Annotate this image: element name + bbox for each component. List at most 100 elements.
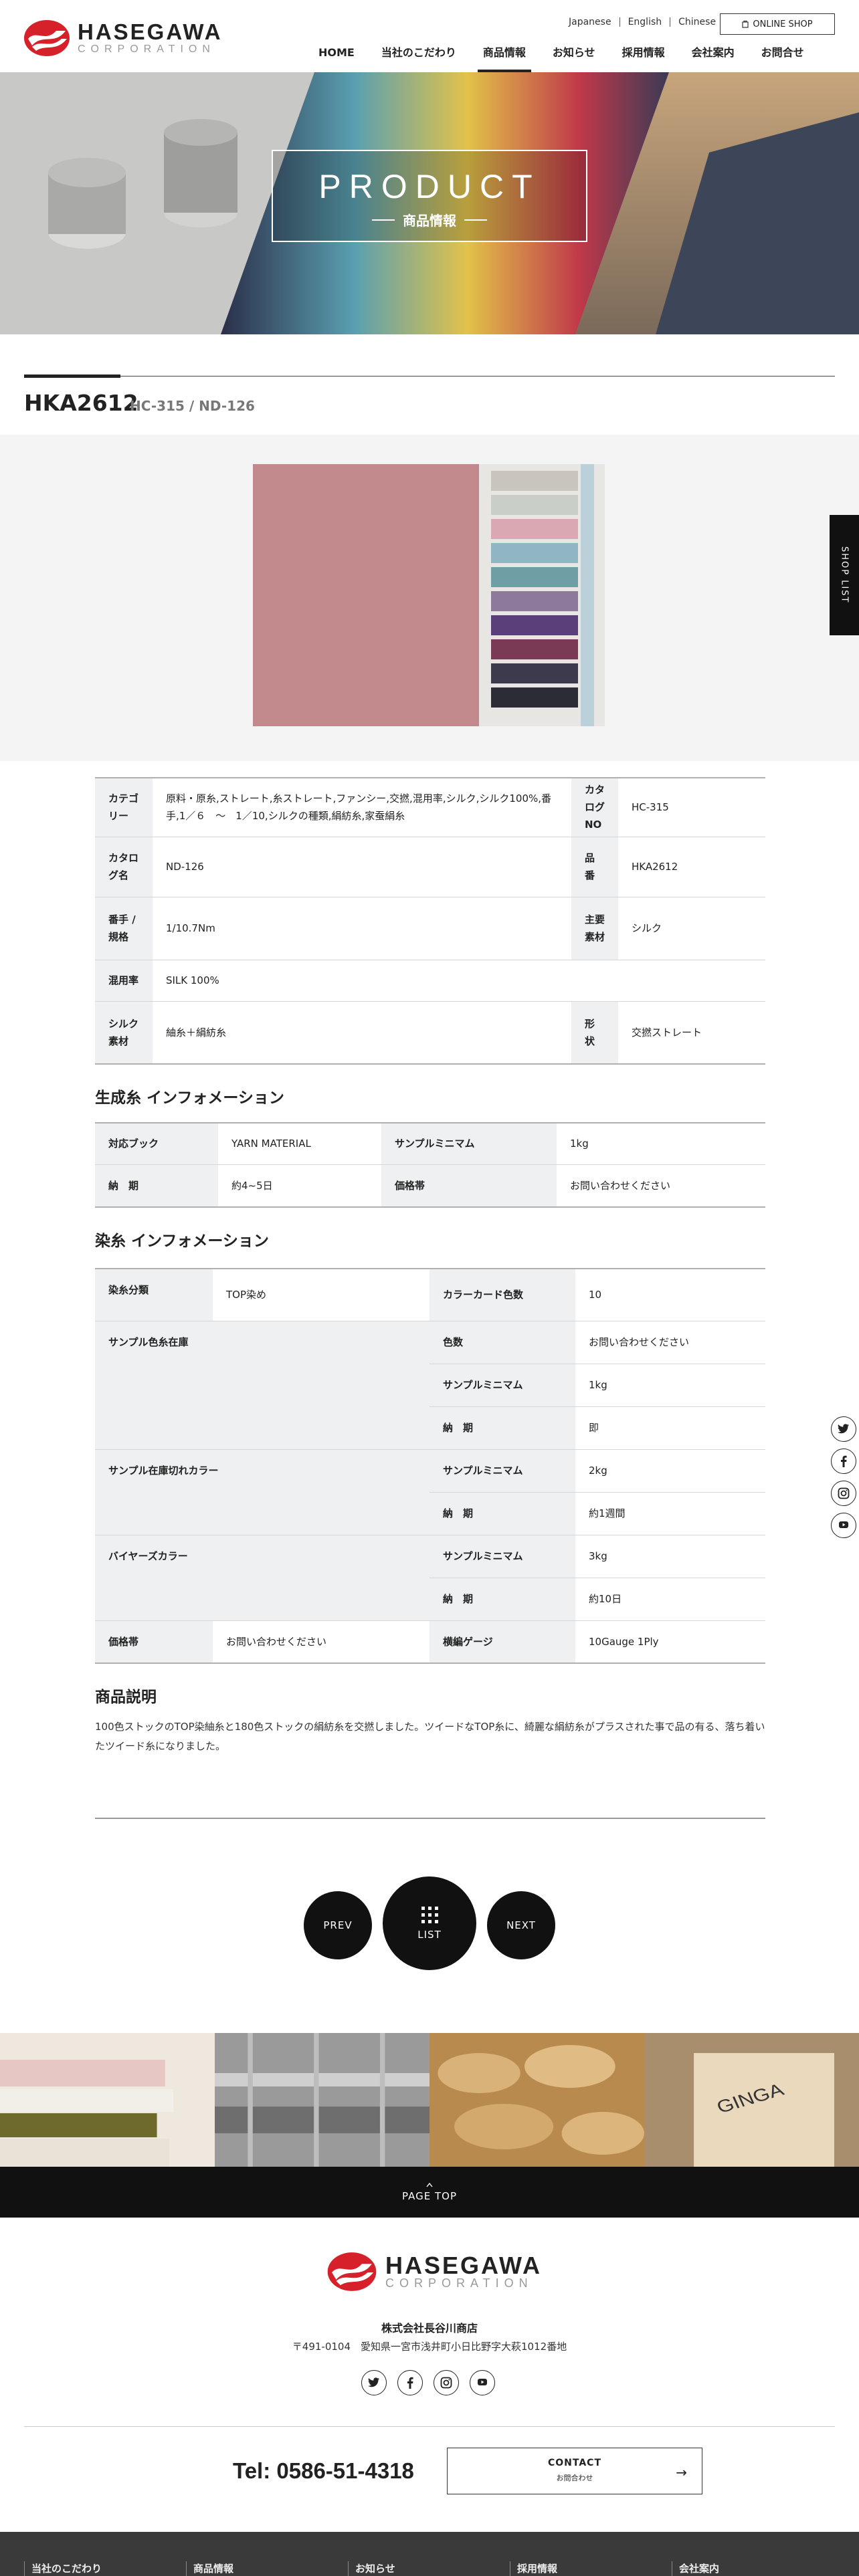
grid-dots-icon bbox=[421, 1906, 438, 1923]
logo-sub: CORPORATION bbox=[78, 43, 215, 55]
shop-list-label: SHOP LIST bbox=[839, 546, 850, 604]
raw-min-label: サンプルミニマム bbox=[381, 1122, 557, 1165]
page-top-label: PAGE TOP bbox=[402, 2190, 457, 2202]
spec-catalog-no-label: カタログNO bbox=[571, 777, 618, 837]
dye-oos-lead-value: 約1週間 bbox=[575, 1491, 765, 1535]
dye-stock-colors-value: お問い合わせください bbox=[575, 1320, 765, 1364]
online-shop-label: ONLINE SHOP bbox=[753, 19, 813, 29]
dye-buyer-label: バイヤーズカラー bbox=[95, 1534, 430, 1621]
shop-list-tab[interactable]: SHOP LIST bbox=[830, 515, 859, 635]
dye-buyer-min-label: サンプルミニマム bbox=[430, 1534, 575, 1578]
footer-logo-sub: CORPORATION bbox=[385, 2276, 533, 2290]
footer-logo[interactable]: HASEGAWA CORPORATION bbox=[325, 2251, 542, 2292]
nav-home[interactable]: HOME bbox=[305, 47, 368, 72]
raw-book-label: 対応ブック bbox=[95, 1122, 218, 1165]
next-button[interactable]: NEXT bbox=[487, 1891, 555, 1959]
online-shop-button[interactable]: ONLINE SHOP bbox=[720, 13, 835, 35]
footer-youtube-icon[interactable] bbox=[470, 2370, 495, 2395]
dye-oos-min-value: 2kg bbox=[575, 1448, 765, 1493]
contact-button[interactable]: CONTACT お問合わせ → bbox=[447, 2448, 702, 2494]
product-image-band bbox=[0, 435, 859, 761]
footer-twitter-icon[interactable] bbox=[361, 2370, 387, 2395]
footer-bottom-nav: 当社のこだわり 商品情報 お知らせ 採用情報 会社案内 bbox=[0, 2532, 859, 2576]
hero-dash-left bbox=[372, 219, 395, 221]
lang-english[interactable]: English bbox=[620, 17, 671, 27]
nav-recruit[interactable]: 採用情報 bbox=[609, 47, 678, 72]
dye-buyer-lead-value: 約10日 bbox=[575, 1577, 765, 1621]
nav-products[interactable]: 商品情報 bbox=[470, 47, 539, 72]
main-nav: HOME 当社のこだわり 商品情報 お知らせ 採用情報 会社案内 お問合せ bbox=[305, 47, 818, 72]
hero-banner: PRODUCT 商品情報 bbox=[0, 72, 859, 334]
dye-info-heading: 染糸 インフォメーション bbox=[95, 1232, 269, 1250]
spec-item-no-value: HKA2612 bbox=[617, 836, 765, 897]
youtube-icon[interactable] bbox=[831, 1513, 856, 1538]
footer-logo-name: HASEGAWA bbox=[385, 2252, 543, 2279]
dye-buyer-min-value: 3kg bbox=[575, 1534, 765, 1578]
product-photo[interactable] bbox=[253, 464, 605, 726]
nav-news[interactable]: お知らせ bbox=[539, 47, 609, 72]
content-divider bbox=[95, 1818, 765, 1819]
logo-name: HASEGAWA bbox=[78, 19, 223, 44]
dye-type-value: TOP染め bbox=[213, 1268, 430, 1321]
logo-mark-icon bbox=[24, 20, 70, 56]
spec-catalog-name-label: カタログ名 bbox=[95, 836, 153, 897]
dye-stock-lead-label: 納 期 bbox=[430, 1406, 575, 1450]
raw-info-table: 対応ブック YARN MATERIAL サンプルミニマム 1kg 納 期 約4~… bbox=[95, 1122, 765, 1208]
spec-count-value: 1/10.7Nm bbox=[152, 896, 571, 960]
footer-tel[interactable]: Tel: 0586-51-4318 bbox=[233, 2458, 414, 2484]
spec-count-label: 番手 / 規格 bbox=[95, 896, 153, 960]
footer-logo-mark-icon bbox=[327, 2252, 377, 2291]
next-label: NEXT bbox=[506, 1919, 536, 1931]
raw-book-value: YARN MATERIAL bbox=[218, 1122, 381, 1165]
raw-price-value: お問い合わせください bbox=[557, 1164, 765, 1208]
product-title-bar: HKA2612 HC-315 / ND-126 bbox=[24, 374, 835, 416]
hero-subtitle: 商品情報 bbox=[403, 213, 456, 229]
dye-type-label: 染糸分類 bbox=[95, 1268, 213, 1321]
footer-nav-recruit[interactable]: 採用情報 bbox=[510, 2561, 672, 2576]
hero-title: PRODUCT bbox=[318, 168, 541, 205]
spec-shape-label: 形 状 bbox=[571, 1000, 618, 1065]
spec-catalog-name-value: ND-126 bbox=[152, 836, 571, 897]
hero-dash-right bbox=[464, 219, 487, 221]
nav-company[interactable]: 会社案内 bbox=[678, 47, 748, 72]
spec-category-label: カテゴリー bbox=[95, 777, 153, 837]
footer-nav-products[interactable]: 商品情報 bbox=[186, 2561, 348, 2576]
spec-category-value: 原料・原糸,ストレート,糸ストレート,ファンシー,交撚,混用率,シルク,シルク1… bbox=[152, 777, 571, 837]
spec-blend-label: 混用率 bbox=[95, 959, 153, 1002]
spec-material-value: シルク bbox=[617, 896, 765, 960]
twitter-icon[interactable] bbox=[831, 1416, 856, 1442]
spec-silk-label: シルク素材 bbox=[95, 1000, 153, 1065]
lang-chinese[interactable]: Chinese bbox=[670, 17, 724, 27]
product-sub-codes: HC-315 / ND-126 bbox=[130, 398, 255, 414]
dye-price-value: お問い合わせください bbox=[213, 1620, 430, 1664]
nav-contact[interactable]: お問合せ bbox=[748, 47, 818, 72]
prev-label: PREV bbox=[323, 1919, 353, 1931]
footer-facebook-icon[interactable] bbox=[397, 2370, 423, 2395]
cart-icon bbox=[742, 20, 749, 28]
lang-japanese[interactable]: Japanese bbox=[561, 17, 620, 27]
raw-lead-label: 納 期 bbox=[95, 1164, 218, 1208]
page-top-button[interactable]: PAGE TOP bbox=[0, 2167, 859, 2218]
footer-instagram-icon[interactable] bbox=[434, 2370, 459, 2395]
spec-shape-value: 交撚ストレート bbox=[617, 1000, 765, 1065]
site-header: HASEGAWA CORPORATION Japanese English Ch… bbox=[0, 0, 859, 72]
raw-min-value: 1kg bbox=[557, 1122, 765, 1165]
dye-colorcard-label: カラーカード色数 bbox=[430, 1268, 575, 1321]
footer-nav-company[interactable]: 会社案内 bbox=[672, 2561, 834, 2576]
dye-stock-lead-value: 即 bbox=[575, 1406, 765, 1450]
footer-nav-commitment[interactable]: 当社のこだわり bbox=[24, 2561, 186, 2576]
language-switcher: Japanese English Chinese bbox=[561, 17, 724, 27]
prev-button[interactable]: PREV bbox=[304, 1891, 372, 1959]
hero-title-box: PRODUCT 商品情報 bbox=[272, 150, 587, 242]
nav-commitment[interactable]: 当社のこだわり bbox=[368, 47, 470, 72]
footer-nav-news[interactable]: お知らせ bbox=[348, 2561, 510, 2576]
instagram-icon[interactable] bbox=[831, 1481, 856, 1506]
arrow-up-icon bbox=[426, 2182, 433, 2187]
footer-social-links bbox=[361, 2370, 495, 2395]
site-logo[interactable]: HASEGAWA CORPORATION bbox=[23, 19, 223, 58]
raw-lead-value: 約4~5日 bbox=[218, 1164, 381, 1208]
facebook-icon[interactable] bbox=[831, 1448, 856, 1474]
list-button[interactable]: LIST bbox=[383, 1876, 476, 1970]
dye-gauge-label: 横編ゲージ bbox=[430, 1620, 575, 1664]
dye-buyer-lead-label: 納 期 bbox=[430, 1577, 575, 1621]
